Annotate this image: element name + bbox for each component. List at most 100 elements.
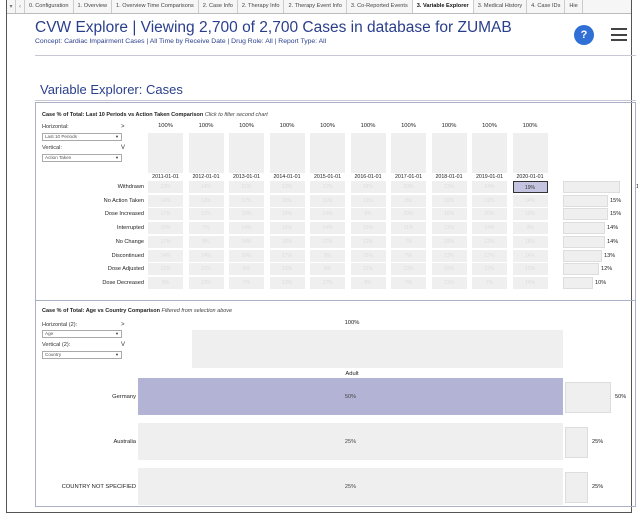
heatmap-cell[interactable]: 9%: [229, 263, 264, 276]
heatmap-cell[interactable]: 8%: [350, 208, 386, 221]
row-total-bar[interactable]: [563, 276, 593, 289]
chart1-horizontal-dropdown[interactable]: Last 10 Periods ▼: [42, 133, 122, 141]
heatmap-cell[interactable]: 10%: [229, 249, 264, 262]
heatmap-cell[interactable]: 10%: [269, 222, 305, 235]
heatmap-cell[interactable]: 15%: [148, 222, 183, 235]
column-total-bar[interactable]: [472, 133, 507, 173]
chart2-column-total-bar[interactable]: [192, 330, 563, 368]
heatmap-cell[interactable]: 16%: [229, 208, 264, 221]
heatmap-cell[interactable]: 12%: [148, 263, 183, 276]
heatmap-cell[interactable]: 17%: [148, 208, 183, 221]
column-total-bar[interactable]: [188, 133, 224, 173]
row-total-bar[interactable]: [563, 249, 602, 262]
chart2-horizontal-dropdown[interactable]: Age ▼: [42, 330, 122, 338]
heatmap-cell[interactable]: 7%: [472, 276, 507, 289]
heatmap-cell-selected[interactable]: 19%: [512, 181, 548, 193]
chart2-vertical-dropdown[interactable]: Country ▼: [42, 351, 122, 359]
heatmap-cell[interactable]: 17%: [269, 249, 305, 262]
chart1-vertical-dropdown[interactable]: Action Taken ▼: [42, 154, 122, 162]
heatmap-cell[interactable]: 11%: [431, 222, 467, 235]
heatmap-cell[interactable]: 14%: [148, 194, 183, 207]
heatmap-cell[interactable]: 8%: [391, 194, 426, 207]
heatmap-cell[interactable]: 11%: [431, 276, 467, 289]
tab-1-overview[interactable]: 1. Overview: [74, 0, 113, 13]
heatmap-cell[interactable]: 13%: [188, 194, 224, 207]
heatmap-cell[interactable]: 13%: [431, 181, 467, 193]
column-total-bar[interactable]: [148, 133, 183, 173]
heatmap-cell[interactable]: 14%: [148, 249, 183, 262]
heatmap-cell[interactable]: 9%: [310, 263, 345, 276]
heatmap-cell[interactable]: 23%: [148, 181, 183, 193]
heatmap-cell[interactable]: 13%: [269, 276, 305, 289]
heatmap-cell[interactable]: 10%: [269, 208, 305, 221]
tab-1-overview-time-comparisons[interactable]: 1. Overview Time Comparisons: [112, 0, 199, 13]
tab-2-therapy-info[interactable]: 2. Therapy Info: [238, 0, 285, 13]
help-button[interactable]: ?: [574, 25, 594, 45]
heatmap-cell[interactable]: 17%: [148, 235, 183, 248]
heatmap-cell[interactable]: 12%: [472, 194, 507, 207]
heatmap-cell[interactable]: 13%: [269, 181, 305, 193]
row-total-bar[interactable]: [563, 181, 620, 193]
heatmap-cell[interactable]: 20%: [269, 194, 305, 207]
heatmap-cell[interactable]: 20%: [391, 208, 426, 221]
row-total-bar[interactable]: [563, 194, 608, 207]
heatmap-cell[interactable]: 14%: [229, 222, 264, 235]
heatmap-cell[interactable]: 7%: [391, 249, 426, 262]
tab-2-therapy-event-info[interactable]: 2. Therapy Event Info: [284, 0, 347, 13]
hamburger-menu-icon[interactable]: [611, 28, 627, 41]
heatmap-cell[interactable]: 16%: [269, 235, 305, 248]
heatmap-cell[interactable]: 12%: [472, 263, 507, 276]
heatmap-cell[interactable]: 8%: [350, 276, 386, 289]
column-total-bar[interactable]: [229, 133, 264, 173]
column-total-bar[interactable]: [269, 133, 305, 173]
tab-hie[interactable]: Hie: [565, 0, 583, 13]
heatmap-cell[interactable]: 20%: [472, 208, 507, 221]
heatmap-cell[interactable]: 18%: [350, 181, 386, 193]
tab-scroll-left-icon[interactable]: ‹: [16, 0, 25, 13]
heatmap-cell[interactable]: 8%: [188, 235, 224, 248]
heatmap-cell[interactable]: 14%: [512, 276, 548, 289]
heatmap-cell[interactable]: 14%: [512, 249, 548, 262]
heatmap-cell[interactable]: 10%: [512, 208, 548, 221]
heatmap-cell[interactable]: 12%: [472, 249, 507, 262]
heatmap-cell[interactable]: 14%: [310, 222, 345, 235]
tab-0-configuration[interactable]: 0. Configuration: [25, 0, 74, 13]
tab-3-medical-history[interactable]: 3. Medical History: [474, 0, 528, 13]
heatmap-cell[interactable]: 15%: [431, 235, 467, 248]
heatmap-cell[interactable]: 14%: [310, 208, 345, 221]
heatmap-cell[interactable]: 21%: [229, 181, 264, 193]
heatmap-cell[interactable]: 9%: [310, 249, 345, 262]
heatmap-cell[interactable]: 14%: [512, 194, 548, 207]
heatmap-cell[interactable]: 15%: [350, 222, 386, 235]
heatmap-cell[interactable]: 21%: [431, 249, 467, 262]
heatmap-cell[interactable]: 14%: [188, 249, 224, 262]
heatmap-cell[interactable]: 12%: [350, 235, 386, 248]
tab-menu-icon[interactable]: ▾: [7, 0, 16, 13]
row-total-bar[interactable]: [563, 263, 599, 276]
heatmap-cell[interactable]: 18%: [512, 235, 548, 248]
heatmap-cell[interactable]: 3%: [512, 222, 548, 235]
heatmap-cell[interactable]: 11%: [391, 222, 426, 235]
heatmap-cell[interactable]: 11%: [310, 194, 345, 207]
row-total-bar[interactable]: [563, 235, 605, 248]
heatmap-cell[interactable]: 17%: [310, 276, 345, 289]
heatmap-cell[interactable]: 17%: [229, 194, 264, 207]
column-total-bar[interactable]: [350, 133, 386, 173]
heatmap-cell[interactable]: 13%: [472, 235, 507, 248]
heatmap-cell[interactable]: 12%: [310, 181, 345, 193]
heatmap-cell[interactable]: 21%: [350, 263, 386, 276]
heatmap-cell[interactable]: 8%: [148, 276, 183, 289]
heatmap-cell[interactable]: 16%: [431, 194, 467, 207]
heatmap-cell[interactable]: 13%: [391, 263, 426, 276]
heatmap-cell[interactable]: 13%: [188, 276, 224, 289]
heatmap-cell[interactable]: 7%: [188, 222, 224, 235]
heatmap-cell[interactable]: 7%: [391, 235, 426, 248]
heatmap-cell[interactable]: 14%: [188, 181, 224, 193]
country-total-bar[interactable]: [565, 382, 611, 413]
column-total-bar[interactable]: [310, 133, 345, 173]
heatmap-cell[interactable]: 24%: [472, 181, 507, 193]
heatmap-cell[interactable]: 12%: [512, 263, 548, 276]
tab-3-co-reported-events[interactable]: 3. Co-Reported Events: [347, 0, 413, 13]
heatmap-cell[interactable]: 12%: [188, 263, 224, 276]
column-total-bar[interactable]: [431, 133, 467, 173]
